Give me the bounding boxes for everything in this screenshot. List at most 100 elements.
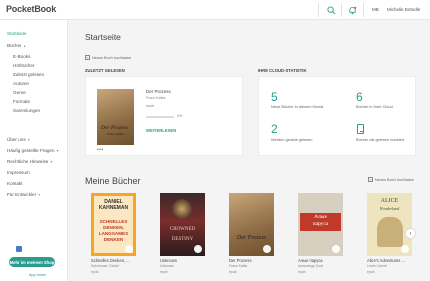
cover-text: DENKEN,	[103, 225, 124, 230]
cover-text: DENKEN	[103, 237, 124, 242]
sidebar-item-rechtliches[interactable]: Rechtliche Hinweise ▾	[7, 159, 52, 164]
sidebar: Startseite Bücher ▴ E-Books Hörbücher Zul…	[0, 20, 68, 281]
sidebar-item-label: Rechtliche Hinweise	[7, 159, 49, 164]
app-logo[interactable]: PocketBook	[6, 4, 56, 14]
sidebar-item-zuletzt-gelesen[interactable]: Zuletzt gelesen	[13, 72, 44, 77]
book-title: Schnelles Denken, ...	[91, 258, 130, 263]
book-format: epub	[91, 270, 99, 274]
book-author: Lewis Carroll	[367, 264, 387, 268]
sidebar-item-faq[interactable]: Häufig gestellte Fragen ▾	[7, 148, 58, 153]
upload-book-button[interactable]: + Neues Buch hochladen	[85, 55, 131, 60]
continue-reading-button[interactable]: WEITERLESEN	[146, 128, 176, 133]
book-cover[interactable]: Алые паруса	[298, 193, 343, 256]
stat-cloud-books-label: Bücher in Ihrer Cloud	[356, 104, 393, 109]
book-title: Unknown	[160, 258, 178, 263]
sidebar-item-label: Häufig gestellte Fragen	[7, 148, 55, 153]
book-cover[interactable]: ALICE Wonderland	[367, 193, 412, 256]
stat-reading-label: Werden gerade gelesen	[271, 137, 313, 142]
book-format: epub	[160, 270, 168, 274]
sidebar-item-impressum[interactable]: Impressum	[7, 170, 30, 175]
sidebar-item-ueber-uns[interactable]: Über uns ▾	[7, 137, 30, 142]
sidebar-item-entwickler[interactable]: Für Entwickler ▾	[7, 192, 40, 197]
upload-book-label: Neues Buch hochladen	[375, 177, 415, 182]
sidebar-item-label: Für Entwickler	[7, 192, 37, 197]
cover-text: SCHNELLES	[99, 219, 128, 224]
book-format: epub	[229, 270, 237, 274]
cloud-badge-icon	[125, 245, 133, 253]
recent-book-author: Franz Kafka	[146, 96, 166, 100]
reading-progress-text: 0%	[177, 114, 183, 118]
recent-book-format: epub	[146, 104, 154, 108]
cover-text: KAHNEMAN	[98, 205, 129, 211]
chevron-down-icon: ▾	[50, 160, 53, 164]
cover-text: DESTINY	[171, 237, 194, 242]
cover-title: Der Prozess	[101, 125, 128, 131]
chevron-up-icon: ▴	[23, 44, 26, 48]
stat-new-books-label: Neue Bücher in diesem Monat	[271, 104, 324, 109]
cover-text: Der Prozess	[236, 235, 267, 241]
sidebar-item-ebooks[interactable]: E-Books	[13, 54, 30, 59]
sidebar-item-buecher[interactable]: Bücher ▴	[7, 43, 25, 48]
sidebar-item-label: Bücher	[7, 43, 22, 48]
cover-text: LANGSAMES	[98, 231, 129, 236]
sidebar-item-hoerbuecher[interactable]: Hörbücher	[13, 63, 34, 68]
top-bar: PocketBook MB Michelle Brändle	[0, 0, 430, 20]
stats-section-label: IHRE CLOUD-STATISTIK	[258, 68, 307, 73]
cover-text: CROWNED	[169, 227, 196, 232]
chevron-down-icon: ▾	[56, 149, 59, 153]
cloud-badge-icon	[194, 245, 202, 253]
book-read-icon	[357, 124, 364, 134]
recent-section-label: ZULETZT GELESEN	[85, 68, 125, 73]
stat-reading-value: 2	[271, 122, 278, 136]
more-options-icon[interactable]: •••	[97, 147, 104, 153]
search-icon[interactable]	[325, 4, 337, 16]
cover-text: Алые	[314, 214, 327, 220]
chevron-right-icon[interactable]: ›	[405, 228, 416, 239]
sidebar-item-sammlungen[interactable]: Sammlungen	[13, 108, 40, 113]
book-format: epub	[367, 270, 375, 274]
book-author: Александр Грин	[298, 264, 324, 268]
cloud-badge-icon	[332, 245, 340, 253]
reading-progress-bar	[146, 116, 174, 118]
sidebar-item-startseite[interactable]: Startseite	[7, 31, 26, 36]
chevron-down-icon: ▾	[38, 193, 41, 197]
book-author: Kahneman, Daniel	[91, 264, 119, 268]
recent-book-title: Der Prozess	[146, 89, 171, 94]
shop-button[interactable]: Mehr im meinem Shop	[9, 257, 55, 267]
plus-icon: +	[85, 55, 90, 60]
book-format: epub	[298, 270, 306, 274]
book-author: Franz Kafka	[229, 264, 248, 268]
sidebar-item-genre[interactable]: Genre	[13, 90, 26, 95]
user-name[interactable]: Michelle Brändle	[387, 7, 420, 12]
sidebar-item-kontakt[interactable]: Kontakt	[7, 181, 23, 186]
cover-author: Franz Kafka	[107, 132, 124, 136]
divider	[318, 3, 319, 17]
stat-cloud-books-value: 6	[356, 90, 363, 104]
shop-logo-icon	[16, 246, 22, 252]
book-author: Unknown	[160, 264, 175, 268]
sidebar-item-formate[interactable]: Formate	[13, 99, 30, 104]
book-cover[interactable]: DANIEL KAHNEMAN SCHNELLES DENKEN, LANGSA…	[91, 193, 136, 256]
upload-book-button-2[interactable]: + Neues Buch hochladen	[368, 177, 414, 182]
sidebar-item-autoren[interactable]: Autoren	[13, 81, 29, 86]
book-title: Алые паруса	[298, 258, 323, 263]
stat-read-label: Bücher als gelesen markiert	[356, 137, 405, 142]
plus-icon: +	[368, 177, 373, 182]
get-app-link[interactable]: App holen	[29, 273, 46, 277]
stats-card	[258, 76, 416, 156]
bell-icon[interactable]	[346, 4, 358, 16]
recent-book-cover[interactable]: Der Prozess Franz Kafka	[97, 89, 134, 145]
divider	[363, 3, 364, 17]
book-cover[interactable]: Der Prozess	[229, 193, 274, 256]
user-initials-avatar[interactable]: MB	[372, 7, 379, 12]
book-cover[interactable]: CROWNED DESTINY	[160, 193, 205, 256]
books-section-title: Meine Bücher	[85, 176, 141, 186]
chevron-down-icon: ▾	[27, 138, 30, 142]
book-title: Der Prozess	[229, 258, 252, 263]
page-title: Startseite	[85, 32, 121, 42]
stat-new-books-value: 5	[271, 90, 278, 104]
cloud-badge-icon	[401, 245, 409, 253]
book-title: Alice's Adventures ...	[367, 258, 405, 263]
cover-text: паруса	[312, 221, 329, 227]
cloud-badge-icon	[263, 245, 271, 253]
